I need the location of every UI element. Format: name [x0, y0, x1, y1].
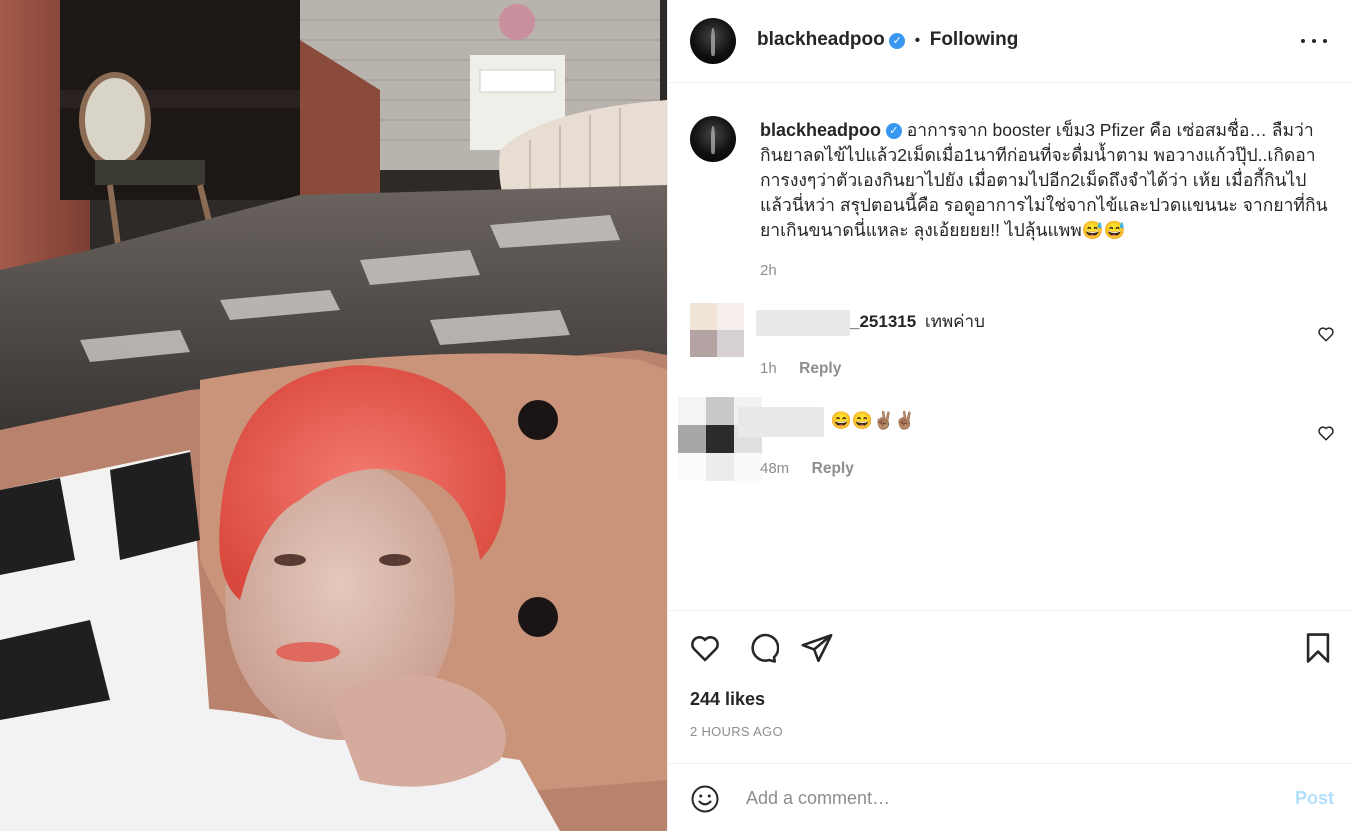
author-avatar[interactable]	[690, 18, 736, 64]
commenter-avatar[interactable]	[690, 303, 744, 357]
comment-body: 😄😄✌🏽✌🏽	[738, 407, 915, 437]
heart-icon[interactable]	[688, 631, 722, 665]
comment-time[interactable]: 48m	[760, 460, 789, 477]
more-options-icon[interactable]	[1301, 34, 1327, 48]
share-paper-plane-icon[interactable]	[800, 631, 834, 665]
post-comment-button[interactable]: Post	[1295, 788, 1334, 809]
author-username[interactable]: blackheadpoo	[757, 29, 885, 50]
commenter-username-blurred[interactable]	[738, 407, 824, 437]
verified-badge-icon: ✓	[889, 32, 906, 49]
comment-text: 😄😄✌🏽✌🏽	[830, 411, 916, 431]
comment-text: เทพค่าบ	[924, 312, 985, 331]
selfie-photo-illustration	[0, 0, 667, 831]
comment-bubble-icon[interactable]	[745, 631, 779, 665]
post-details-panel: blackheadpoo ✓ • Following blackheadpoo …	[667, 0, 1351, 831]
comment-item: _251315 เทพค่าบ 1h Reply	[690, 303, 1334, 383]
comment-like-heart-icon[interactable]	[1317, 424, 1335, 442]
comment-like-heart-icon[interactable]	[1317, 325, 1335, 343]
caption-text-block: blackheadpoo ✓ อาการจาก booster เข็ม3 Pf…	[760, 118, 1330, 243]
add-comment-input[interactable]	[744, 782, 1268, 814]
separator-dot: •	[914, 32, 921, 49]
caption-username[interactable]: blackheadpoo	[760, 120, 881, 140]
commenter-username[interactable]: _251315	[850, 312, 916, 331]
comment-meta: 48m Reply	[760, 460, 854, 478]
comment-time[interactable]: 1h	[760, 360, 777, 377]
comment-item: 😄😄✌🏽✌🏽 48m Reply	[678, 397, 1334, 483]
bookmark-icon[interactable]	[1301, 631, 1335, 665]
caption-avatar[interactable]	[690, 116, 736, 162]
comment-meta: 1h Reply	[760, 360, 841, 378]
post-photo[interactable]	[0, 0, 667, 831]
caption-time[interactable]: 2h	[760, 262, 777, 279]
post-header: blackheadpoo ✓ • Following	[668, 0, 1351, 83]
reply-button[interactable]: Reply	[799, 360, 841, 377]
reply-button[interactable]: Reply	[812, 460, 854, 477]
add-comment-bar: Post	[668, 763, 1351, 831]
verified-badge-icon: ✓	[885, 123, 902, 140]
post-actions-bar	[668, 610, 1351, 763]
following-button[interactable]: Following	[930, 29, 1019, 50]
author-info: blackheadpoo ✓ • Following	[757, 29, 1018, 51]
commenter-username-blurred[interactable]	[756, 309, 850, 336]
emoji-smile-icon[interactable]	[690, 784, 720, 814]
posted-time[interactable]: 2 HOURS AGO	[690, 724, 783, 739]
likes-count[interactable]: 244 likes	[690, 689, 765, 710]
comment-body: _251315 เทพค่าบ	[756, 308, 985, 336]
